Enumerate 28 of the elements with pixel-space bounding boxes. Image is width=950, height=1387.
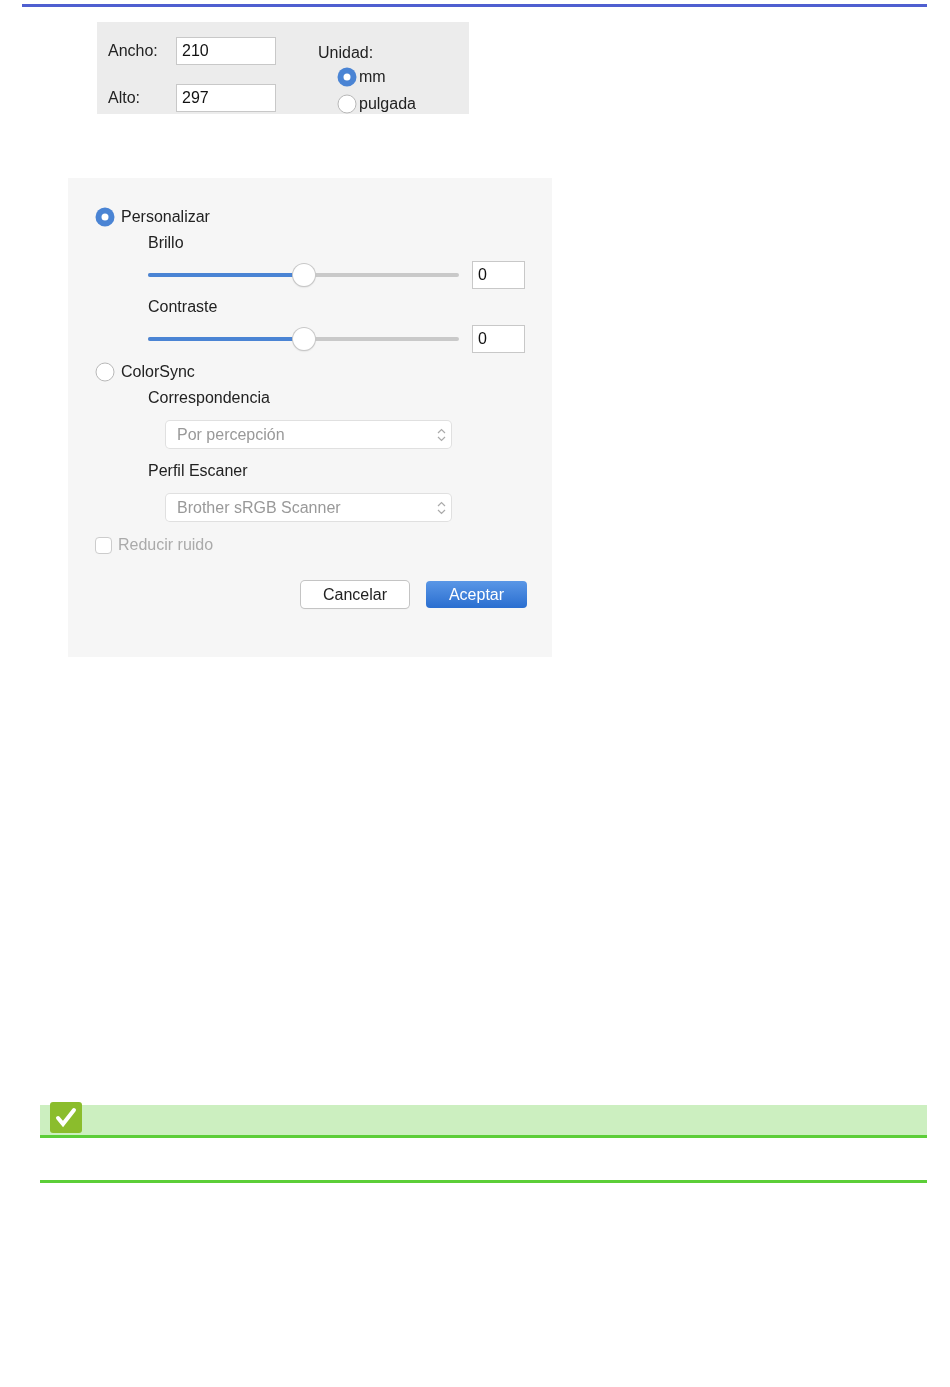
slider[interactable] (148, 263, 459, 287)
radio-label[interactable]: Personalizar (121, 208, 210, 226)
unit-label: Unidad: (318, 44, 375, 62)
radio-label[interactable]: pulgada (359, 94, 416, 113)
field-label: Ancho: (108, 41, 159, 60)
dropdown-label: Correspondencia (148, 389, 271, 408)
radio-label[interactable]: ColorSync (121, 363, 195, 381)
input-field[interactable]: 210 (176, 36, 276, 65)
dropdown-label: Perfil Escaner (148, 462, 249, 481)
input-field[interactable]: 0 (472, 261, 525, 289)
cancel-button[interactable]: Cancelar (301, 581, 409, 608)
slider-label: Contraste (148, 298, 219, 317)
radio-label[interactable]: mm (359, 67, 386, 86)
input-field[interactable]: 297 (176, 84, 276, 113)
radio-button[interactable] (95, 207, 115, 227)
slider[interactable] (148, 327, 459, 351)
radio-button[interactable] (95, 362, 115, 382)
checkmark-icon (50, 1102, 82, 1133)
radio-button[interactable] (337, 66, 357, 87)
input-field[interactable]: 0 (472, 325, 525, 353)
stepper-icon (437, 500, 446, 515)
slider-thumb[interactable] (292, 328, 315, 350)
slider-label: Brillo (148, 234, 185, 253)
slider-thumb[interactable] (292, 264, 315, 286)
stepper-icon (437, 427, 446, 442)
radio-button[interactable] (337, 93, 357, 114)
field-label: Alto: (108, 89, 141, 108)
accept-button[interactable]: Aceptar (426, 581, 527, 608)
